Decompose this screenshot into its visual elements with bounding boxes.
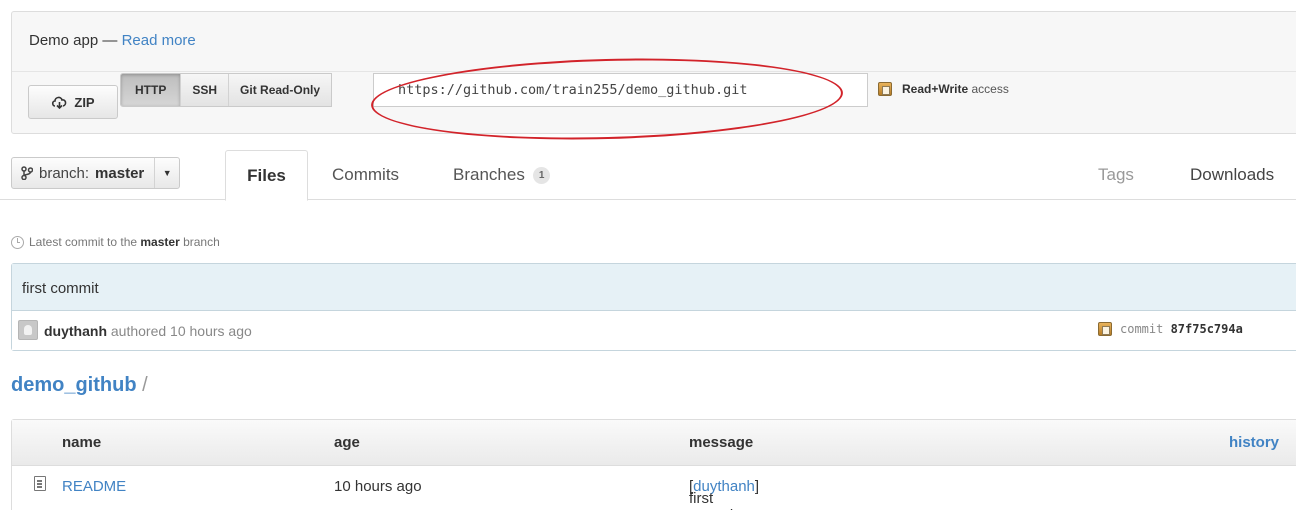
zip-download-button[interactable]: ZIP xyxy=(28,85,118,119)
tab-commits[interactable]: Commits xyxy=(332,150,399,200)
commit-sha-block: commit 87f75c794a xyxy=(1098,322,1243,336)
commit-message: first commit xyxy=(12,264,1296,311)
commit-sha: 87f75c794a xyxy=(1170,322,1243,336)
branch-icon xyxy=(21,166,33,180)
access-level: Read+Write xyxy=(902,82,969,96)
chevron-down-icon[interactable]: ▼ xyxy=(155,158,179,188)
clipboard-icon[interactable] xyxy=(878,82,892,96)
access-note: Read+Write access xyxy=(878,82,1009,96)
file-icon xyxy=(34,476,46,491)
branch-prefix: branch: xyxy=(39,164,90,182)
zip-label: ZIP xyxy=(74,94,95,110)
latest-commit-note: Latest commit to the master branch xyxy=(11,235,220,249)
commit-sha-text[interactable]: commit 87f75c794a xyxy=(1120,322,1243,336)
repo-description: Demo app — Read more xyxy=(29,32,196,49)
breadcrumb-separator: / xyxy=(136,374,148,396)
breadcrumb: demo_github / xyxy=(11,374,148,397)
clone-protocol-group: HTTP SSH Git Read-Only xyxy=(120,73,333,107)
protocol-ssh-button[interactable]: SSH xyxy=(181,74,230,106)
history-link[interactable]: history xyxy=(1229,434,1279,451)
commit-sha-label: commit xyxy=(1120,322,1171,336)
note-suffix: branch xyxy=(179,235,220,249)
authored-text: authored 10 hours ago xyxy=(107,323,252,339)
access-suffix: access xyxy=(968,82,1009,96)
commit-author[interactable]: duythanh xyxy=(44,323,107,339)
branch-name: master xyxy=(95,164,145,182)
breadcrumb-repo-link[interactable]: demo_github xyxy=(11,374,137,396)
clipboard-icon[interactable] xyxy=(1098,322,1112,336)
column-header-age: age xyxy=(334,434,360,451)
branch-selector-label: branch: master xyxy=(12,158,156,188)
tab-downloads[interactable]: Downloads xyxy=(1190,150,1274,200)
note-branch: master xyxy=(140,235,180,249)
clone-url-input[interactable] xyxy=(373,73,868,107)
branch-selector[interactable]: branch: master ▼ xyxy=(11,157,181,189)
tab-files[interactable]: Files xyxy=(225,150,308,201)
cloud-download-icon xyxy=(52,96,67,109)
protocol-git-readonly-button[interactable]: Git Read-Only xyxy=(229,74,332,106)
tab-branches[interactable]: Branches 1 xyxy=(453,150,551,200)
description-text: Demo app xyxy=(29,32,99,49)
access-text: Read+Write access xyxy=(902,82,1009,96)
latest-commit-text: Latest commit to the master branch xyxy=(29,235,220,249)
tab-tags[interactable]: Tags xyxy=(1098,150,1134,200)
file-table: name age message history README 10 hours… xyxy=(11,419,1296,510)
file-commit-message: first commit [duythanh] xyxy=(689,478,759,510)
avatar[interactable] xyxy=(18,320,38,340)
description-separator: — xyxy=(98,32,122,49)
column-header-name: name xyxy=(62,434,102,451)
file-name-link[interactable]: README xyxy=(62,478,126,495)
file-age: 10 hours ago xyxy=(334,478,422,495)
divider xyxy=(12,71,1296,72)
column-header-message: message xyxy=(689,434,754,451)
note-prefix: Latest commit to the xyxy=(29,235,141,249)
branches-count-badge: 1 xyxy=(532,166,551,184)
repo-tabs-row: branch: master ▼ Files Commits Branches … xyxy=(0,150,1296,201)
latest-commit-box: first commit duythanh authored 10 hours … xyxy=(11,263,1296,351)
table-header: name age message history xyxy=(12,420,1296,466)
commit-author-line: duythanh authored 10 hours ago xyxy=(44,323,252,339)
read-more-link[interactable]: Read more xyxy=(122,32,196,49)
clock-icon xyxy=(11,235,24,249)
protocol-http-button[interactable]: HTTP xyxy=(121,74,182,106)
commit-meta: duythanh authored 10 hours ago commit 87… xyxy=(12,311,1296,350)
file-message-text[interactable]: first commit xyxy=(689,490,759,510)
tab-branches-label: Branches xyxy=(453,165,525,184)
table-row: README 10 hours ago first commit [duytha… xyxy=(12,466,1296,510)
